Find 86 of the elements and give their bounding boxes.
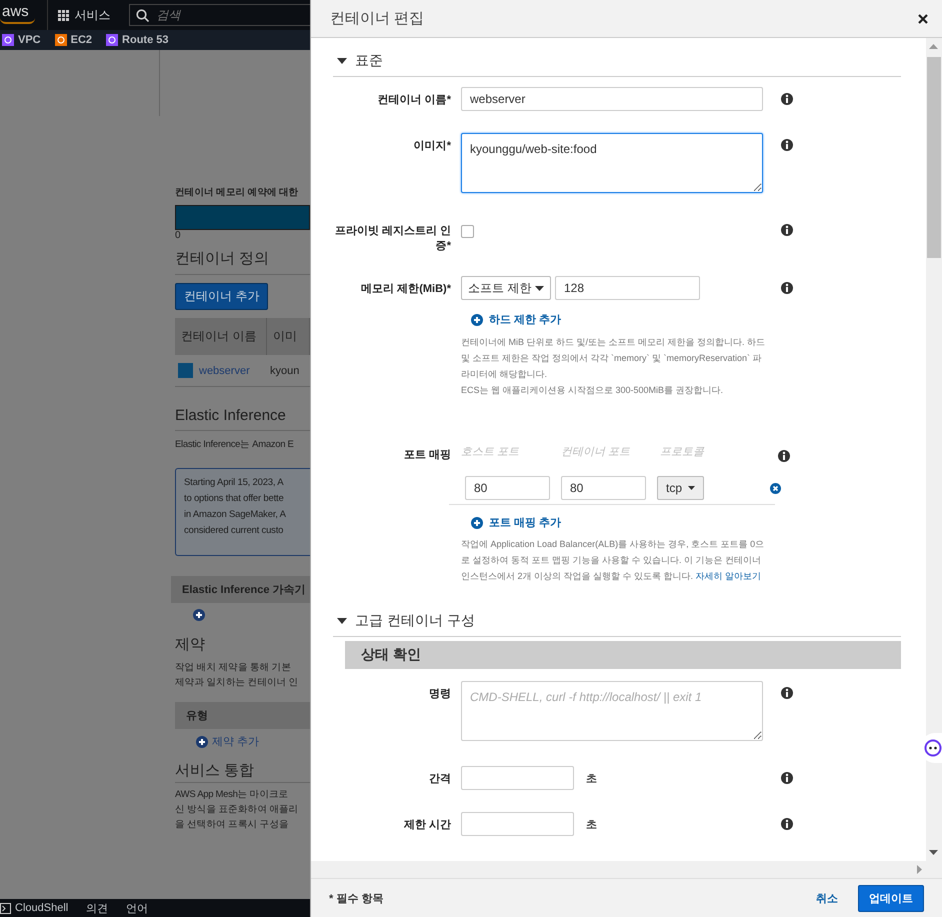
remove-button[interactable] [770, 482, 781, 494]
service-icon [54, 34, 67, 46]
add-link[interactable]: 하드 제한 추가 [471, 312, 562, 327]
info-icon[interactable] [781, 224, 793, 236]
text-area[interactable]: CMD-SHELL, curl -f http://localhost/ || exit 1 [461, 681, 763, 741]
checkbox[interactable] [461, 225, 474, 238]
column-header: 컨테이너 이름 [175, 318, 267, 355]
field-label: 포트 매핑 [402, 448, 451, 463]
section-description: 작업 배치 제약을 통해 기본 제약과 일치하는 컨테이너 인 [175, 661, 300, 690]
learn-more-link[interactable]: 자세히 알아보기 [696, 571, 762, 581]
field-label: 제한 시간 [402, 818, 451, 833]
scroll-down-icon[interactable] [929, 850, 938, 855]
plus-icon[interactable] [193, 609, 205, 621]
column-header: 호스트 포트 [461, 445, 520, 460]
close-button[interactable] [916, 12, 930, 26]
update-button[interactable]: 업데이트 [858, 884, 924, 912]
caret-icon [688, 486, 696, 490]
column-header: 컨테이너 포트 [561, 445, 632, 460]
subsection-header: 상태 확인 [345, 641, 901, 669]
favorite-link[interactable]: VPC [2, 34, 41, 46]
required-note: * 필수 항목 [329, 892, 384, 906]
section-header[interactable]: 표준 [333, 52, 901, 77]
modal-title: 컨테이너 편집 [330, 9, 424, 28]
field-label: 이미지* [412, 139, 451, 154]
favorite-link[interactable]: Route 53 [106, 34, 168, 46]
chart-title: 컨테이너 메모리 예약에 대한 [175, 186, 300, 199]
info-icon[interactable] [781, 139, 793, 151]
number-field[interactable] [461, 812, 574, 836]
grid-icon [58, 10, 69, 20]
section-header[interactable]: 고급 컨테이너 구성 [333, 612, 901, 637]
plus-icon [471, 516, 483, 528]
text-field[interactable]: webserver [461, 87, 763, 111]
field-label: 명령 [428, 687, 451, 702]
aws-logo[interactable]: aws [0, 6, 35, 24]
caret-icon[interactable] [337, 618, 347, 624]
info-icon[interactable] [781, 687, 793, 699]
section-description: Elastic Inference는 Amazon E [175, 438, 295, 452]
field-label: 프라이빗 레지스트리 인증* [334, 224, 451, 254]
number-field[interactable] [461, 766, 574, 790]
footer-link[interactable]: 언어 [126, 900, 148, 916]
column-header: 이미 [267, 318, 310, 355]
info-icon[interactable] [781, 772, 793, 784]
info-icon[interactable] [781, 282, 793, 294]
footer-link[interactable]: CloudShell [0, 902, 68, 914]
notice-text: Starting April 15, 2023, A to options that offer bette in Amazon SageMaker, A considered current custo [175, 468, 310, 556]
add-container-button[interactable]: 컨테이너 추가 [175, 283, 268, 310]
terminal-icon [0, 902, 11, 914]
service-icon [106, 34, 118, 46]
scrollbar-thumb[interactable] [927, 57, 941, 258]
unit-label: 초 [586, 772, 597, 786]
info-icon[interactable] [778, 450, 790, 462]
add-link[interactable]: 포트 매핑 추가 [471, 515, 562, 530]
protocol-dropdown[interactable]: tcp [657, 476, 704, 500]
section-description: AWS App Mesh는 마이크로 신 방식을 표준화하여 애플리 을 선택하여 프록시 구성을 [175, 788, 300, 832]
column-header: 프로토콜 [660, 445, 706, 460]
axis-label: 0 [175, 230, 182, 241]
close-icon [918, 14, 928, 24]
unit-label: 초 [586, 818, 597, 832]
caret-icon [535, 286, 544, 290]
field-label: 메모리 제한(MiB)* [360, 282, 451, 297]
text-area[interactable]: kyounggu/web-site:food [461, 133, 763, 193]
limit-dropdown[interactable]: 소프트 제한 [461, 276, 551, 300]
info-icon[interactable] [781, 818, 793, 830]
column-header: 유형 [175, 702, 310, 729]
footer-link[interactable]: 의견 [86, 900, 108, 916]
section-title: 제약 [175, 635, 206, 654]
favorite-link[interactable]: EC2 [54, 34, 92, 46]
cancel-link[interactable]: 취소 [810, 890, 844, 906]
memory-field[interactable]: 128 [555, 276, 700, 300]
search-icon [136, 8, 149, 22]
plus-icon [471, 314, 483, 326]
service-icon [2, 34, 14, 46]
field-label: 간격 [428, 772, 451, 787]
field-label: 컨테이너 이름* [376, 93, 451, 108]
search-field[interactable]: 검색 [128, 4, 310, 26]
plus-icon [196, 736, 208, 748]
caret-icon[interactable] [337, 58, 347, 64]
container-swatch [178, 363, 193, 378]
info-icon[interactable] [781, 93, 793, 105]
remove-icon [770, 482, 781, 494]
container-port-field[interactable]: 80 [561, 476, 646, 500]
host-port-field[interactable]: 80 [465, 476, 550, 500]
help-text: 작업에 Application Load Balancer(ALB)를 사용하는 경우, 호스트 포트를 0으로 설정하여 동적 포트 맵핑 기능을 사용할 수 있습니다. 이 기능은 컨테이너 인스턴스에서 2개 이상의 작업을 실행할 수 있도록 합니다. 자세히 알아보기 [461, 538, 766, 583]
table-cell: kyoun [270, 364, 300, 376]
help-text: 컨테이너에 MiB 단위로 하드 및/또는 소프트 메모리 제한을 정의합니다. 하드 및 소프트 제한은 작업 정의에서 각각 `memory` 및 `memoryReservation` 파라미터에 해당합니다. ECS는 웹 애플리케이션용 시작점으로 300-500MiB를 권장합니다. [461, 336, 766, 397]
table-header: Elastic Inference 가속기 [171, 576, 310, 603]
